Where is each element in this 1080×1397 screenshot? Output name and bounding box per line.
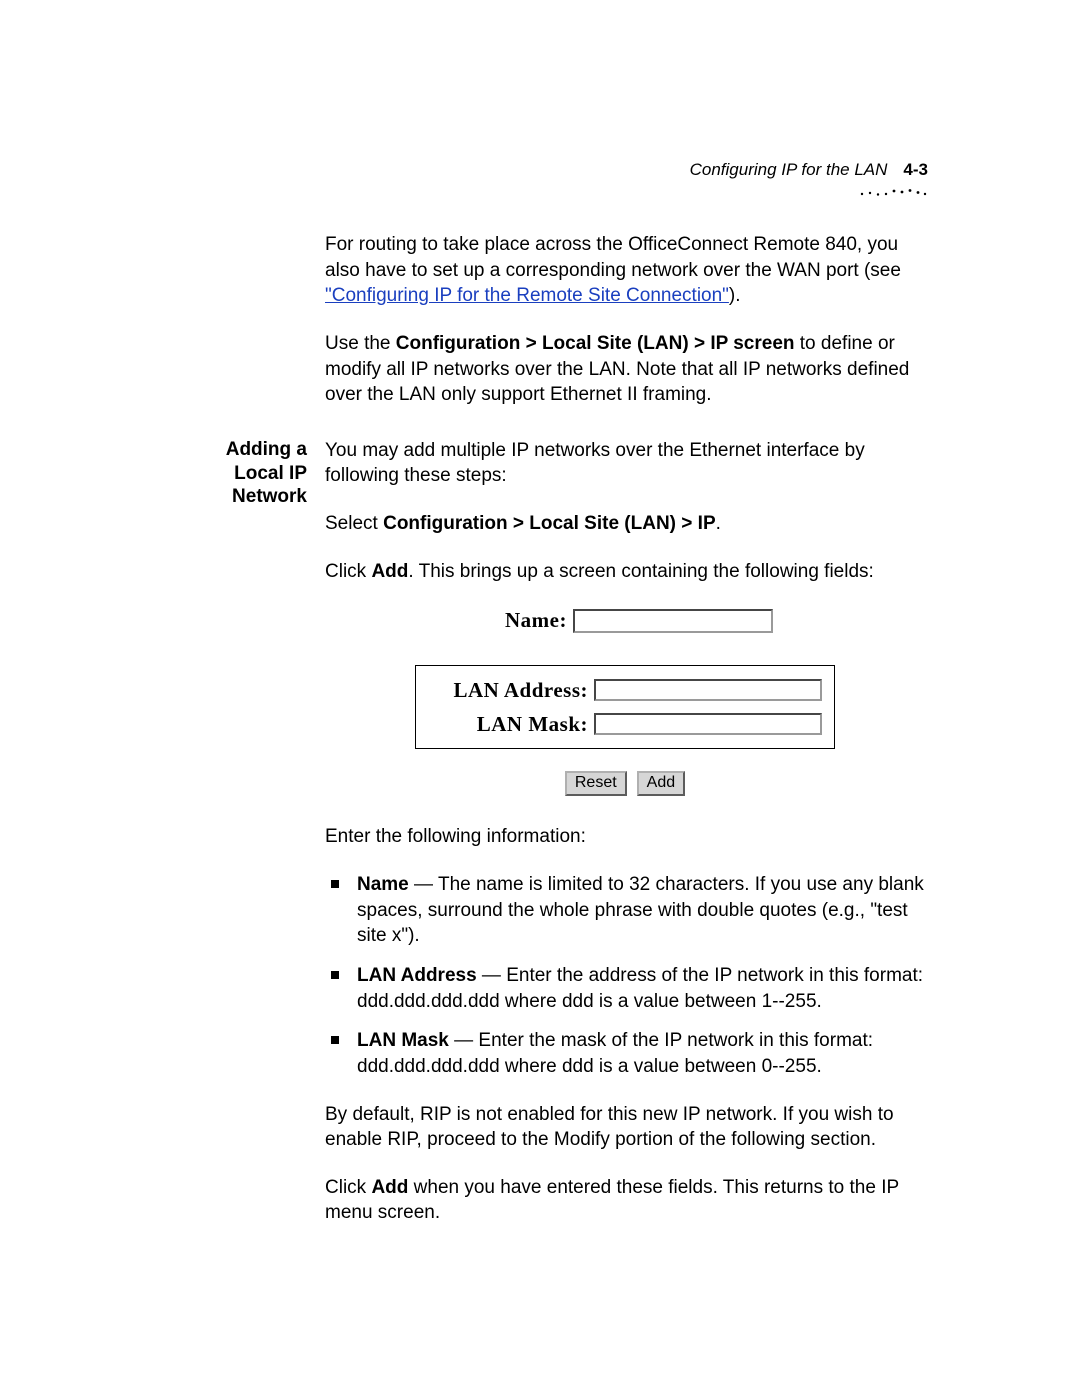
intro-p2-pre: Use the bbox=[325, 333, 396, 354]
lan-address-label: LAN Address: bbox=[428, 676, 588, 704]
name-label: Name: bbox=[477, 606, 567, 634]
section-p6-bold: Add bbox=[371, 1177, 408, 1198]
lan-mask-label: LAN Mask: bbox=[428, 710, 588, 738]
section-p6-post: when you have entered these fields. This… bbox=[325, 1177, 899, 1224]
section-p3-bold: Add bbox=[371, 561, 408, 582]
bullet-title-name: Name bbox=[357, 874, 409, 895]
list-item: Name — The name is limited to 32 charact… bbox=[325, 872, 925, 949]
intro-p1-post: ). bbox=[729, 285, 741, 306]
lan-address-input[interactable] bbox=[594, 679, 822, 701]
section-p5: By default, RIP is not enabled for this … bbox=[325, 1102, 925, 1153]
section-p2: Select Configuration > Local Site (LAN) … bbox=[325, 511, 925, 537]
embedded-form: Name: LAN Address: LAN Mask: Reset Add bbox=[415, 606, 835, 796]
page-number: 4-3 bbox=[903, 160, 928, 180]
bullet-sep-1: — bbox=[477, 965, 507, 986]
section-p2-post: . bbox=[716, 513, 721, 534]
add-button[interactable]: Add bbox=[637, 771, 685, 796]
bullet-text-0: The name is limited to 32 characters. If… bbox=[357, 874, 924, 946]
lan-mask-input[interactable] bbox=[594, 713, 822, 735]
section-p-after-form: Enter the following information: bbox=[325, 824, 925, 850]
intro-p2-bold: Configuration > Local Site (LAN) > IP sc… bbox=[396, 333, 795, 354]
section-p3-post: . This brings up a screen containing the… bbox=[408, 561, 873, 582]
field-bullet-list: Name — The name is limited to 32 charact… bbox=[325, 872, 925, 1079]
running-header: Configuring IP for the LAN 4-3 bbox=[690, 160, 928, 198]
intro-paragraph-2: Use the Configuration > Local Site (LAN)… bbox=[325, 331, 925, 408]
bullet-sep-0: — bbox=[409, 874, 438, 895]
section-p3-pre: Click bbox=[325, 561, 371, 582]
bullet-sep-2: — bbox=[449, 1030, 479, 1051]
section-p6: Click Add when you have entered these fi… bbox=[325, 1175, 925, 1226]
section-p3: Click Add. This brings up a screen conta… bbox=[325, 559, 925, 585]
section-p1: You may add multiple IP networks over th… bbox=[325, 438, 925, 489]
list-item: LAN Address — Enter the address of the I… bbox=[325, 963, 925, 1014]
section-p6-pre: Click bbox=[325, 1177, 371, 1198]
lan-fieldset: LAN Address: LAN Mask: bbox=[415, 665, 835, 750]
intro-p1-pre: For routing to take place across the Off… bbox=[325, 234, 901, 281]
bullet-title-lan-mask: LAN Mask bbox=[357, 1030, 449, 1051]
list-item: LAN Mask — Enter the mask of the IP netw… bbox=[325, 1028, 925, 1079]
link-configuring-remote-site[interactable]: "Configuring IP for the Remote Site Conn… bbox=[325, 285, 729, 306]
bullet-title-lan-address: LAN Address bbox=[357, 965, 477, 986]
name-input[interactable] bbox=[573, 609, 773, 633]
section-p2-bold: Configuration > Local Site (LAN) > IP bbox=[383, 513, 716, 534]
intro-paragraph-1: For routing to take place across the Off… bbox=[325, 232, 925, 309]
margin-heading-adding-local-ip: Adding a Local IP Network bbox=[175, 438, 307, 509]
section-p2-pre: Select bbox=[325, 513, 383, 534]
header-dots-icon bbox=[858, 186, 928, 198]
running-title: Configuring IP for the LAN bbox=[690, 160, 888, 180]
reset-button[interactable]: Reset bbox=[565, 771, 627, 796]
